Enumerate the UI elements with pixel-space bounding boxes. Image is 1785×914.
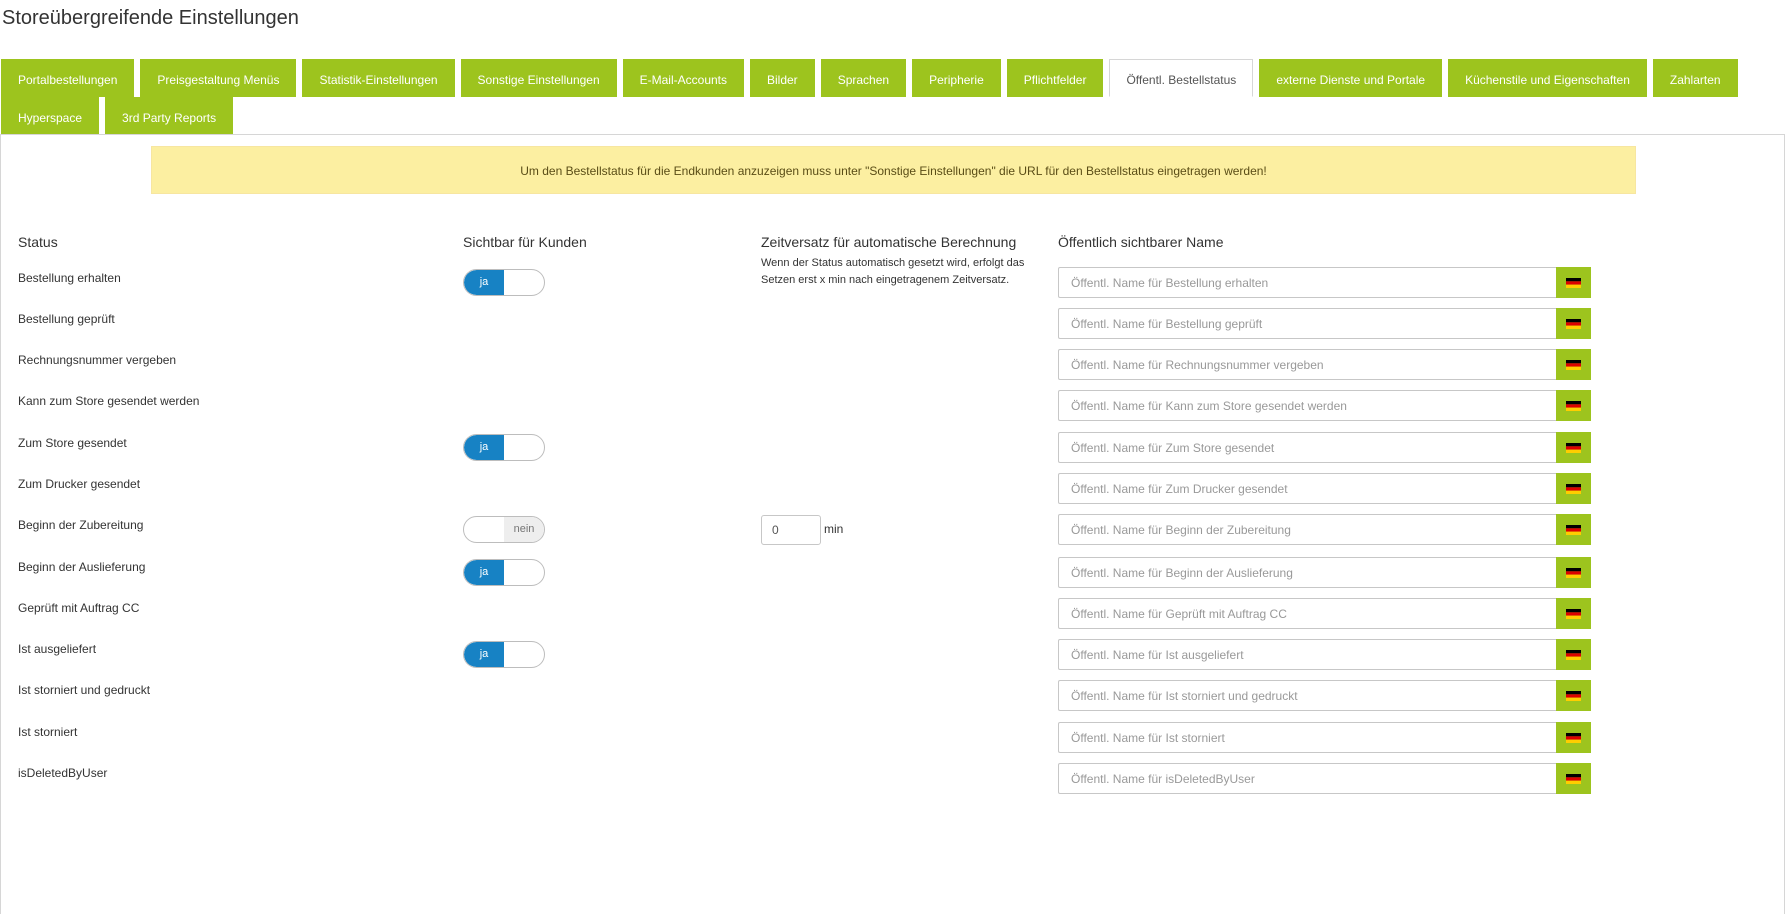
status-label: Rechnungsnummer vergeben (18, 353, 177, 367)
tab-peripherie[interactable]: Peripherie (912, 59, 1001, 97)
visibility-toggle[interactable]: ja (463, 269, 545, 296)
toggle-on-label: ja (464, 435, 504, 460)
german-flag-icon (1566, 277, 1581, 288)
public-name-input[interactable] (1058, 308, 1556, 339)
status-label: Beginn der Zubereitung (18, 518, 144, 532)
public-name-input[interactable] (1058, 349, 1556, 380)
tab-sonstige-einstellungen[interactable]: Sonstige Einstellungen (460, 59, 617, 97)
tab-pflichtfelder[interactable]: Pflichtfelder (1006, 59, 1104, 97)
german-flag-icon (1566, 773, 1581, 784)
status-column-header: Status (18, 234, 58, 250)
status-label: Ist storniert (18, 725, 78, 739)
language-flag-button[interactable] (1556, 267, 1591, 298)
tab-bar: Portalbestellungen Preisgestaltung Menüs S… (1, 59, 1771, 135)
offset-column-header: Zeitversatz für automatische Berechnung (761, 234, 1017, 250)
visibility-toggle[interactable]: nein (463, 516, 545, 543)
tab-küchenstile-und-eigenschaften[interactable]: Küchenstile und Eigenschaften (1448, 59, 1647, 97)
tab-hyperspace[interactable]: Hyperspace (1, 97, 100, 135)
language-flag-button[interactable] (1556, 639, 1591, 670)
status-label: Zum Drucker gesendet (18, 477, 141, 491)
german-flag-icon (1566, 524, 1581, 535)
offset-column-hint: Wenn der Status automatisch gesetzt wird… (761, 257, 1025, 286)
info-notice: Um den Bestellstatus für die Endkunden a… (151, 146, 1636, 194)
public-name-input[interactable] (1058, 639, 1556, 670)
public-name-column-header: Öffentlich sichtbarer Name (1058, 234, 1224, 250)
status-label: isDeletedByUser (18, 766, 108, 780)
tab-preisgestaltung-menüs[interactable]: Preisgestaltung Menüs (140, 59, 297, 97)
language-flag-button[interactable] (1556, 473, 1591, 504)
visibility-toggle[interactable]: ja (463, 641, 545, 668)
public-name-input[interactable] (1058, 390, 1556, 421)
language-flag-button[interactable] (1556, 598, 1591, 629)
german-flag-icon (1566, 649, 1581, 660)
public-name-input[interactable] (1058, 432, 1556, 463)
public-name-input[interactable] (1058, 598, 1556, 629)
language-flag-button[interactable] (1556, 763, 1591, 794)
tab-externe-dienste-und-portale[interactable]: externe Dienste und Portale (1259, 59, 1443, 97)
status-label: Beginn der Auslieferung (18, 560, 146, 574)
tab-zahlarten[interactable]: Zahlarten (1652, 59, 1738, 97)
visible-column-header: Sichtbar für Kunden (463, 234, 587, 250)
german-flag-icon (1566, 442, 1581, 453)
public-name-input[interactable] (1058, 473, 1556, 504)
tab-portalbestellungen[interactable]: Portalbestellungen (1, 59, 135, 97)
visibility-toggle[interactable]: ja (463, 434, 545, 461)
language-flag-button[interactable] (1556, 514, 1591, 545)
public-name-input[interactable] (1058, 722, 1556, 753)
language-flag-button[interactable] (1556, 390, 1591, 421)
public-name-input[interactable] (1058, 680, 1556, 711)
status-label: Geprüft mit Auftrag CC (18, 601, 140, 615)
settings-panel: Um den Bestellstatus für die Endkunden a… (0, 134, 1785, 914)
status-label: Ist storniert und gedruckt (18, 683, 151, 697)
public-name-input[interactable] (1058, 514, 1556, 545)
public-name-input[interactable] (1058, 763, 1556, 794)
language-flag-button[interactable] (1556, 308, 1591, 339)
german-flag-icon (1566, 359, 1581, 370)
tab-statistik-einstellungen[interactable]: Statistik-Einstellungen (302, 59, 455, 97)
status-label: Bestellung geprüft (18, 312, 115, 326)
tab-3rd-party-reports[interactable]: 3rd Party Reports (105, 97, 234, 135)
language-flag-button[interactable] (1556, 432, 1591, 463)
status-label: Bestellung erhalten (18, 271, 121, 285)
tab-sprachen[interactable]: Sprachen (820, 59, 907, 97)
visibility-toggle[interactable]: ja (463, 559, 545, 586)
toggle-on-label: ja (464, 270, 504, 295)
german-flag-icon (1566, 567, 1581, 578)
german-flag-icon (1566, 318, 1581, 329)
language-flag-button[interactable] (1556, 680, 1591, 711)
page-title: Storeübergreifende Einstellungen (2, 7, 299, 29)
tab-bilder[interactable]: Bilder (750, 59, 815, 97)
toggle-off-label: nein (504, 517, 544, 542)
tab-öffentl-bestellstatus[interactable]: Öffentl. Bestellstatus (1109, 59, 1254, 97)
german-flag-icon (1566, 483, 1581, 494)
german-flag-icon (1566, 608, 1581, 619)
public-name-input[interactable] (1058, 557, 1556, 588)
status-label: Ist ausgeliefert (18, 642, 97, 656)
tab-e-mail-accounts[interactable]: E-Mail-Accounts (622, 59, 744, 97)
minutes-offset-input[interactable] (761, 515, 821, 545)
language-flag-button[interactable] (1556, 349, 1591, 380)
status-label: Zum Store gesendet (18, 436, 127, 450)
language-flag-button[interactable] (1556, 722, 1591, 753)
german-flag-icon (1566, 400, 1581, 411)
public-name-input[interactable] (1058, 267, 1556, 298)
minutes-unit-label: min (824, 522, 844, 536)
german-flag-icon (1566, 690, 1581, 701)
toggle-on-label: ja (464, 642, 504, 667)
german-flag-icon (1566, 732, 1581, 743)
language-flag-button[interactable] (1556, 557, 1591, 588)
toggle-on-label: ja (464, 560, 504, 585)
status-label: Kann zum Store gesendet werden (18, 394, 200, 408)
